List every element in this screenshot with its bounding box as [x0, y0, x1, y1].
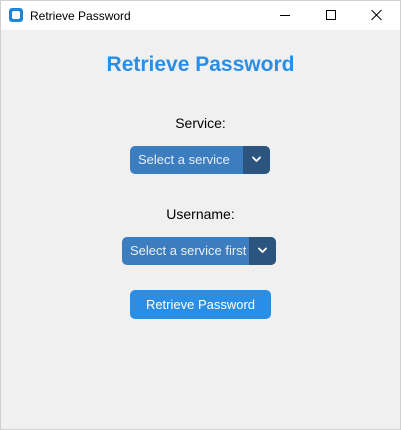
service-dropdown[interactable]: Select a service: [130, 146, 270, 174]
window-title: Retrieve Password: [30, 9, 131, 23]
username-dropdown-arrow-button[interactable]: [249, 237, 276, 265]
chevron-down-icon: [258, 247, 267, 253]
service-dropdown-arrow-button[interactable]: [243, 146, 270, 174]
maximize-icon: [326, 10, 336, 20]
maximize-button[interactable]: [308, 1, 354, 30]
username-dropdown-value: Select a service first: [130, 243, 247, 258]
title-bar[interactable]: Retrieve Password: [1, 1, 400, 30]
minimize-icon: [280, 15, 290, 16]
chevron-down-icon: [252, 156, 261, 162]
username-dropdown[interactable]: Select a service first: [122, 237, 276, 265]
service-dropdown-value: Select a service: [138, 152, 230, 167]
close-icon: [371, 9, 383, 21]
retrieve-password-button[interactable]: Retrieve Password: [130, 290, 271, 319]
service-label: Service:: [175, 115, 226, 131]
app-window: Retrieve Password Retrieve Password Serv…: [0, 0, 401, 430]
page-title: Retrieve Password: [106, 53, 295, 76]
username-label: Username:: [166, 206, 235, 222]
minimize-button[interactable]: [262, 1, 308, 30]
app-icon: [9, 8, 23, 22]
close-button[interactable]: [354, 1, 400, 30]
